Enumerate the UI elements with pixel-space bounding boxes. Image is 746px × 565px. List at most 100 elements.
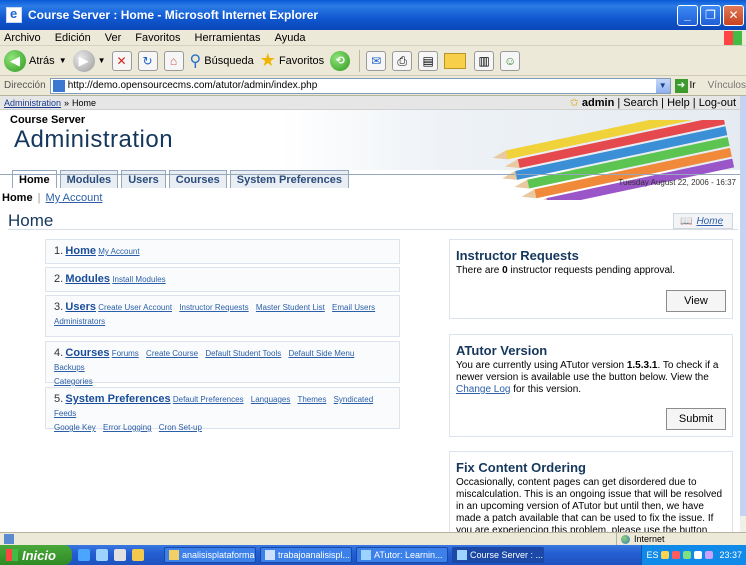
quicklaunch-desktop-icon[interactable] bbox=[78, 549, 90, 561]
go-arrow-icon[interactable]: ➜ bbox=[674, 78, 688, 93]
sub-link-my-account[interactable]: My Account bbox=[98, 247, 139, 256]
messenger-icon[interactable]: ☺ bbox=[500, 50, 521, 71]
sub-link-master-student-list[interactable]: Master Student List bbox=[256, 303, 325, 312]
address-label: Dirección bbox=[4, 80, 46, 91]
menu-favoritos[interactable]: Favoritos bbox=[135, 32, 180, 44]
tray-icon[interactable] bbox=[661, 551, 670, 559]
refresh-icon[interactable]: ↻ bbox=[137, 50, 158, 71]
menu-ayuda[interactable]: Ayuda bbox=[275, 32, 306, 44]
subnav-my-account[interactable]: My Account bbox=[46, 192, 103, 204]
task-analisisplataformas[interactable]: analisisplataformas bbox=[164, 547, 256, 563]
history-icon[interactable]: ⟲ bbox=[330, 50, 351, 71]
fix-content-ordering-title: Fix Content Ordering bbox=[456, 460, 586, 475]
start-button[interactable]: Inicio bbox=[0, 545, 72, 565]
tray-icon[interactable] bbox=[705, 551, 714, 559]
submit-button[interactable]: Submit bbox=[666, 408, 726, 430]
help-link[interactable]: Home bbox=[696, 216, 723, 227]
username[interactable]: admin bbox=[582, 97, 614, 109]
menu-number: 1. bbox=[54, 245, 64, 257]
research-icon[interactable]: ▥ bbox=[474, 50, 495, 71]
edit-icon[interactable]: ▤ bbox=[418, 50, 439, 71]
menu-box-users: 3. Users Create User Account Instructor … bbox=[45, 295, 400, 337]
tray-icon[interactable] bbox=[694, 551, 703, 559]
sub-link-email-users[interactable]: Email Users bbox=[332, 303, 375, 312]
menu-edicion[interactable]: Edición bbox=[55, 32, 91, 44]
folder-icon[interactable] bbox=[444, 52, 467, 69]
tab-system-preferences[interactable]: System Preferences bbox=[229, 170, 349, 188]
security-zone: Internet bbox=[616, 533, 746, 545]
tab-modules[interactable]: Modules bbox=[59, 170, 119, 188]
title-divider bbox=[8, 229, 738, 230]
quicklaunch-ie-icon[interactable] bbox=[96, 549, 108, 561]
user-nav-links[interactable]: | Search | Help | Log-out bbox=[617, 97, 736, 109]
tray-icon[interactable] bbox=[683, 551, 692, 559]
favorites-button[interactable]: ★ Favoritos bbox=[260, 50, 324, 71]
address-url[interactable]: http://demo.opensourcecms.com/atutor/adm… bbox=[68, 80, 656, 91]
forward-button[interactable]: ▶ ▼ bbox=[72, 49, 106, 72]
tab-home[interactable]: Home bbox=[12, 170, 57, 188]
help-box: 📖 Home bbox=[673, 213, 733, 229]
address-dropdown-icon[interactable]: ▼ bbox=[655, 78, 670, 93]
sub-link-instructor-requests[interactable]: Instructor Requests bbox=[179, 303, 248, 312]
menu-ver[interactable]: Ver bbox=[105, 32, 122, 44]
task-atutor-learning[interactable]: ATutor: Learnin... bbox=[356, 547, 448, 563]
maximize-button[interactable]: ❐ bbox=[700, 4, 721, 26]
vertical-scrollbar[interactable] bbox=[740, 96, 746, 532]
tab-underline bbox=[0, 174, 740, 175]
change-log-link[interactable]: Change Log bbox=[456, 384, 511, 395]
page-done-icon bbox=[4, 534, 14, 544]
forward-dropdown-icon[interactable]: ▼ bbox=[98, 56, 106, 65]
task-trabajoanalisis[interactable]: trabajoanalisispl... bbox=[260, 547, 352, 563]
breadcrumb-administration[interactable]: Administration bbox=[4, 98, 61, 108]
menu-herramientas[interactable]: Herramientas bbox=[195, 32, 261, 44]
sub-link-error-logging[interactable]: Error Logging bbox=[103, 423, 151, 432]
sub-link-themes[interactable]: Themes bbox=[297, 395, 326, 404]
links-button[interactable]: Vínculos bbox=[708, 80, 746, 91]
sub-navigation: Home | My Account bbox=[2, 192, 102, 204]
sub-link-create-course[interactable]: Create Course bbox=[146, 349, 198, 358]
sub-link-install-modules[interactable]: Install Modules bbox=[112, 275, 165, 284]
language-indicator[interactable]: ES bbox=[646, 550, 658, 560]
menu-archivo[interactable]: Archivo bbox=[4, 32, 41, 44]
home-icon[interactable]: ⌂ bbox=[163, 50, 184, 71]
page-title: Home bbox=[8, 211, 54, 230]
site-name: Course Server bbox=[10, 114, 86, 126]
mail-icon[interactable]: ✉ bbox=[366, 50, 387, 71]
close-button[interactable]: ✕ bbox=[723, 4, 744, 26]
back-button[interactable]: ◀ Atrás ▼ bbox=[4, 49, 67, 72]
go-button[interactable]: Ir bbox=[690, 80, 696, 91]
sub-link-languages[interactable]: Languages bbox=[251, 395, 291, 404]
view-button[interactable]: View bbox=[666, 290, 726, 312]
menu-link-users[interactable]: Users bbox=[65, 301, 96, 313]
tab-courses[interactable]: Courses bbox=[168, 170, 227, 188]
sub-link-cron-setup[interactable]: Cron Set-up bbox=[159, 423, 202, 432]
sub-link-default-side-menu[interactable]: Default Side Menu bbox=[288, 349, 354, 358]
fix-content-ordering-text: Occasionally, content pages can get diso… bbox=[456, 477, 723, 532]
stop-icon[interactable]: ✕ bbox=[111, 50, 132, 71]
sub-link-backups[interactable]: Backups bbox=[54, 363, 85, 372]
address-input[interactable]: http://demo.opensourcecms.com/atutor/adm… bbox=[49, 77, 671, 94]
quicklaunch-explorer-icon[interactable] bbox=[114, 549, 126, 561]
scrollbar-thumb[interactable] bbox=[740, 96, 746, 516]
sub-link-administrators[interactable]: Administrators bbox=[54, 317, 105, 326]
search-button[interactable]: ⚲ Búsqueda bbox=[190, 51, 254, 71]
favorites-label: Favoritos bbox=[278, 54, 325, 67]
task-course-server[interactable]: Course Server : ... bbox=[452, 547, 544, 563]
quicklaunch-media-icon[interactable] bbox=[132, 549, 144, 561]
menu-link-modules[interactable]: Modules bbox=[65, 273, 110, 285]
print-icon[interactable]: ⎙ bbox=[392, 50, 413, 71]
sub-link-default-student-tools[interactable]: Default Student Tools bbox=[205, 349, 281, 358]
sub-link-default-preferences[interactable]: Default Preferences bbox=[173, 395, 244, 404]
menu-link-system-preferences[interactable]: System Preferences bbox=[65, 393, 170, 405]
sub-link-forums[interactable]: Forums bbox=[112, 349, 139, 358]
minimize-button[interactable]: _ bbox=[677, 4, 698, 26]
tray-icon[interactable] bbox=[672, 551, 681, 559]
sub-link-google-key[interactable]: Google Key bbox=[54, 423, 96, 432]
instructor-requests-panel: Instructor Requests There are 0 instruct… bbox=[449, 239, 733, 319]
tab-users[interactable]: Users bbox=[121, 170, 166, 188]
sub-link-create-user-account[interactable]: Create User Account bbox=[98, 303, 172, 312]
menu-link-home[interactable]: Home bbox=[65, 245, 96, 257]
sub-link-categories[interactable]: Categories bbox=[54, 377, 93, 386]
back-dropdown-icon[interactable]: ▼ bbox=[59, 56, 67, 65]
menu-link-courses[interactable]: Courses bbox=[65, 347, 109, 359]
